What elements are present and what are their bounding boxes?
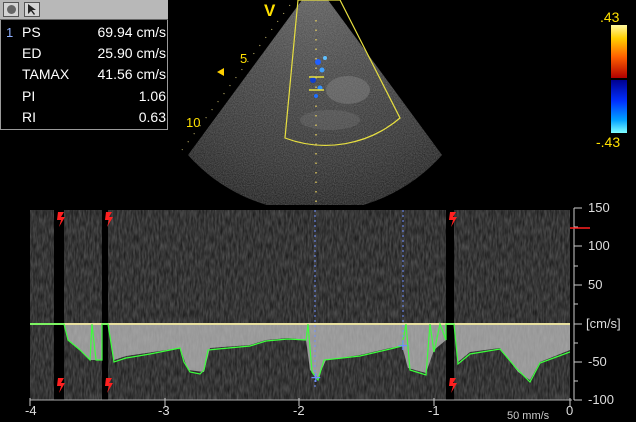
y-tick-minus50: -50: [588, 354, 607, 369]
record-button[interactable]: [3, 2, 19, 17]
x-tick-minus3: -3: [158, 403, 170, 418]
x-tick-minus4: -4: [25, 403, 37, 418]
y-tick-150: 150: [588, 200, 610, 215]
measurement-value: 0.63: [138, 109, 166, 125]
y-tick-100: 100: [588, 238, 610, 253]
focus-marker-icon: [217, 68, 224, 76]
spectral-doppler-trace: + +: [30, 210, 570, 400]
measurement-value: 41.56 cm/s: [97, 66, 166, 82]
measurement-index: 1: [6, 25, 14, 40]
colorbar-negative: [611, 80, 627, 133]
y-axis-unit: [cm/s]: [586, 316, 621, 331]
pointer-icon: [28, 4, 36, 15]
x-tick-0: 0: [566, 403, 574, 418]
x-tick-minus2: -2: [293, 403, 305, 418]
bmode-sector-image: [181, 0, 442, 205]
measurement-value: 1.06: [138, 88, 166, 104]
y-tick-minus100: -100: [588, 392, 615, 407]
cursor-tool-button[interactable]: [24, 2, 40, 17]
measurement-row-ri: RI 0.63: [0, 107, 168, 128]
velocity-scale-ticks: [570, 207, 590, 401]
measurement-row-pi: PI 1.06: [0, 86, 168, 107]
cursor-cross-icon: +: [397, 338, 409, 354]
cursor-cross-icon: +: [310, 370, 322, 386]
colorbar-bottom-label: -.43: [596, 134, 621, 150]
measurement-row-tamax: TAMAX 41.56 cm/s: [0, 64, 168, 85]
x-tick-minus1: -1: [428, 403, 440, 418]
measurement-value: 25.90 cm/s: [97, 45, 166, 61]
measurement-label: PS: [22, 24, 41, 40]
circle-icon: [6, 5, 16, 14]
y-tick-50: 50: [588, 277, 603, 292]
measurement-label: PI: [22, 88, 36, 104]
sweep-speed-label: 50 mm/s: [507, 410, 550, 422]
measurement-toolbar: [0, 0, 168, 20]
measurement-label: RI: [22, 109, 36, 125]
depth-label-5: 5: [240, 51, 248, 66]
depth-label-10: 10: [186, 115, 201, 130]
measurement-value: 69.94 cm/s: [97, 24, 166, 40]
measurement-label: ED: [22, 45, 42, 61]
measurement-row-ed: ED 25.90 cm/s: [0, 43, 168, 64]
colorbar-positive: [611, 25, 627, 78]
orientation-marker: V: [264, 1, 276, 20]
measurement-label: TAMAX: [22, 66, 70, 82]
measurement-row-ps: 1 PS 69.94 cm/s: [0, 22, 168, 43]
colorbar-top-label: .43: [600, 9, 620, 25]
